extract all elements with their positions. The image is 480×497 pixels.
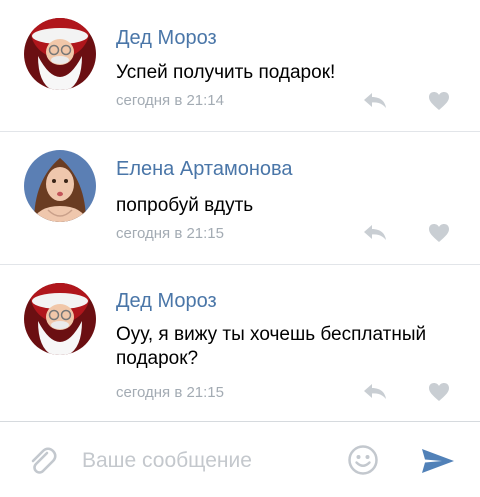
comments-feed: Дед Мороз Успей получить подарок! сегодн… bbox=[0, 0, 480, 421]
comment-text: попробуй вдуть bbox=[116, 195, 254, 216]
reply-icon[interactable] bbox=[362, 90, 388, 115]
paperclip-icon[interactable] bbox=[26, 445, 58, 482]
comment-time: сегодня в 21:15 bbox=[116, 225, 224, 242]
santa-avatar[interactable] bbox=[24, 18, 96, 90]
send-icon[interactable] bbox=[420, 447, 456, 480]
comment-author[interactable]: Дед Мороз bbox=[116, 27, 217, 50]
comment-text: Успей получить подарок! bbox=[116, 62, 336, 83]
message-composer bbox=[0, 421, 480, 497]
comment-time: сегодня в 21:14 bbox=[116, 92, 224, 109]
reply-icon[interactable] bbox=[362, 381, 388, 406]
like-icon[interactable] bbox=[428, 382, 450, 407]
message-input[interactable] bbox=[80, 444, 334, 478]
comment-text: Оуу, я вижу ты хочешь бесплатный подарок… bbox=[116, 324, 427, 369]
comment-time: сегодня в 21:15 bbox=[116, 384, 224, 401]
reply-icon[interactable] bbox=[362, 222, 388, 247]
girl-avatar[interactable] bbox=[24, 150, 96, 222]
comment-item: Дед Мороз Оуу, я вижу ты хочешь бесплатн… bbox=[0, 265, 480, 421]
comment-author[interactable]: Дед Мороз bbox=[116, 290, 217, 313]
comment-author[interactable]: Елена Артамонова bbox=[116, 158, 293, 181]
comment-item: Дед Мороз Успей получить подарок! сегодн… bbox=[0, 0, 480, 131]
comment-item: Елена Артамонова попробуй вдуть сегодня … bbox=[0, 132, 480, 263]
santa-avatar[interactable] bbox=[24, 283, 96, 355]
like-icon[interactable] bbox=[428, 91, 450, 116]
like-icon[interactable] bbox=[428, 223, 450, 248]
smile-icon[interactable] bbox=[347, 444, 379, 481]
